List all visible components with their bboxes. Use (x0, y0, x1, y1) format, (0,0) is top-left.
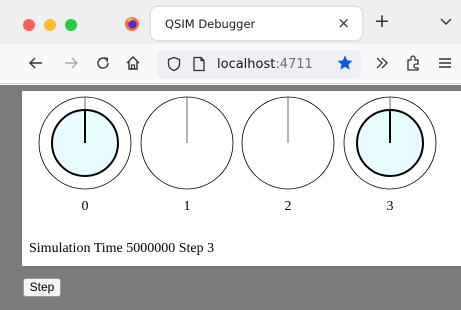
maximize-window-button[interactable] (65, 19, 77, 31)
page-content: 0 1 2 3 Simulation Time 5000000 Step 3 Step (0, 85, 461, 310)
close-window-button[interactable] (23, 19, 35, 31)
simulation-status: Simulation Time 5000000 Step 3 (29, 241, 215, 256)
shield-icon[interactable] (166, 56, 182, 72)
qubit-dial-3: 3 (343, 96, 437, 214)
page-icon[interactable] (192, 56, 206, 72)
qubit-label: 1 (184, 199, 191, 214)
firefox-logo-icon[interactable] (124, 16, 140, 32)
forward-arrow-icon[interactable] (62, 54, 80, 72)
step-button[interactable]: Step (23, 278, 61, 297)
qubit-diagram: 0 1 2 3 (38, 96, 437, 214)
menu-icon[interactable] (436, 54, 454, 72)
tab-close-icon[interactable]: × (337, 14, 350, 32)
qubit-panel: 0 1 2 3 Simulation Time 5000000 Step 3 (22, 91, 461, 266)
chevron-down-icon[interactable] (439, 14, 453, 28)
qubit-label: 2 (285, 199, 292, 214)
new-tab-icon[interactable]: + (374, 10, 390, 32)
bookmark-star-icon[interactable] (336, 54, 354, 72)
qubit-label: 0 (82, 199, 89, 214)
minimize-window-button[interactable] (44, 19, 56, 31)
browser-window: QSIM Debugger × + localhost:4711 0 1 2 3… (0, 0, 461, 310)
url-bar[interactable]: localhost:4711 (157, 50, 361, 79)
qubit-dial-0: 0 (38, 96, 132, 214)
reload-icon[interactable] (94, 54, 112, 72)
qubit-label: 3 (387, 199, 394, 214)
qubit-dial-2: 2 (241, 96, 335, 214)
back-arrow-icon[interactable] (27, 54, 45, 72)
navigation-bar: localhost:4711 (0, 44, 461, 84)
home-icon[interactable] (124, 54, 142, 72)
url-port: :4711 (275, 57, 313, 72)
qubit-dial-1: 1 (140, 96, 234, 214)
tab-title: QSIM Debugger (165, 17, 256, 31)
tab-qsim-debugger[interactable]: QSIM Debugger × (151, 7, 362, 40)
url-host: localhost (217, 57, 276, 72)
extensions-icon[interactable] (405, 54, 423, 72)
url-text[interactable]: localhost:4711 (217, 57, 313, 72)
tab-strip: QSIM Debugger × + (0, 0, 461, 44)
overflow-chevron-icon[interactable] (373, 54, 391, 72)
